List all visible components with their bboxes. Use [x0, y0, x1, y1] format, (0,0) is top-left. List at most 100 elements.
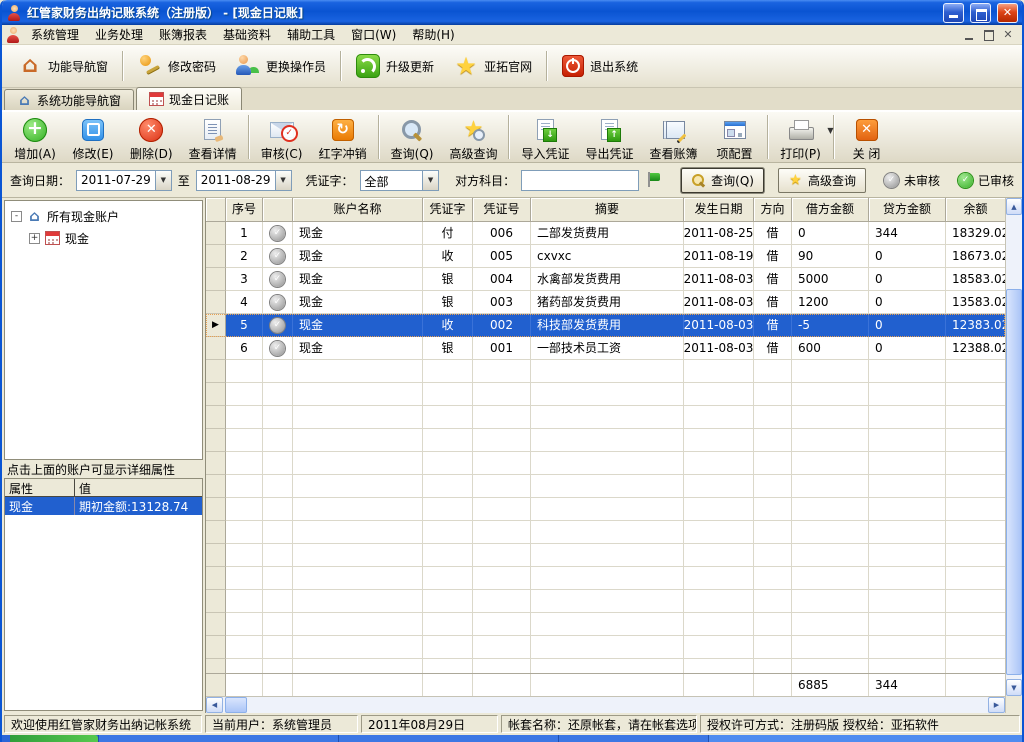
advanced-query-button[interactable]: 高级查询: [441, 114, 505, 164]
close-button[interactable]: ✕: [997, 3, 1018, 23]
close-tab-button[interactable]: 关 闭: [838, 114, 896, 164]
cell-credit: [869, 521, 946, 544]
nav-window-button[interactable]: 功能导航窗: [8, 50, 118, 82]
horizontal-scroll-thumb[interactable]: [225, 697, 247, 713]
switch-operator-button[interactable]: 更换操作员: [226, 50, 336, 82]
horizontal-scroll-track[interactable]: [247, 697, 988, 713]
minimize-button[interactable]: [943, 3, 964, 23]
taskbar-button[interactable]: [558, 735, 708, 742]
print-button[interactable]: 打印(P)▼: [772, 114, 830, 164]
scroll-left-icon[interactable]: ◀: [206, 697, 223, 713]
table-row[interactable]: 6现金银001一部技术员工资2011-08-03借600012388.02: [206, 337, 1005, 360]
menu-item[interactable]: 业务处理: [87, 24, 151, 45]
cell-summary: [531, 567, 684, 590]
cell-audit-status: [263, 291, 293, 314]
voucher-word-select[interactable]: 全部 ▼: [360, 170, 440, 191]
cell-voucher-word: [423, 360, 473, 383]
start-button-edge[interactable]: [10, 735, 98, 742]
mdi-restore-button[interactable]: [981, 28, 997, 42]
cell-seq: [226, 544, 263, 567]
official-site-button[interactable]: 亚拓官网: [444, 50, 542, 82]
toolbar-separator: [378, 115, 380, 159]
scroll-up-icon[interactable]: ▲: [1006, 198, 1022, 215]
horizontal-scrollbar[interactable]: ◀ ▶: [206, 696, 1005, 713]
tree-expander[interactable]: +: [29, 233, 40, 244]
scroll-down-icon[interactable]: ▼: [1006, 679, 1022, 696]
table-row[interactable]: 2现金收005cxvxc2011-08-19借90018673.02: [206, 245, 1005, 268]
cell-debit: [792, 383, 869, 406]
vertical-scroll-track[interactable]: [1006, 215, 1022, 679]
table-row[interactable]: ▶5现金收002科技部发货费用2011-08-03借-5012383.02: [206, 314, 1005, 337]
vertical-scroll-thumb[interactable]: [1006, 289, 1022, 675]
cell-voucher-no: [473, 360, 531, 383]
col-debit: 借方金额: [792, 198, 869, 222]
taskbar-button[interactable]: [708, 735, 1022, 742]
change-password-button[interactable]: 修改密码: [128, 50, 226, 82]
counterpart-subject-input[interactable]: [521, 170, 639, 191]
mdi-minimize-button[interactable]: [962, 28, 978, 42]
menu-item[interactable]: 窗口(W): [343, 24, 404, 45]
audited-label: 已审核: [978, 172, 1014, 189]
cell-voucher-no: 001: [473, 337, 531, 360]
exit-system-button[interactable]: 退出系统: [552, 51, 648, 81]
red-reversal-button[interactable]: 红字冲销: [311, 114, 375, 164]
toolbar-icon-slot: [332, 117, 354, 142]
cell-balance: [946, 567, 1005, 590]
restore-button[interactable]: [970, 3, 991, 23]
flag-icon[interactable]: [645, 171, 661, 189]
audit-button[interactable]: 审核(C): [253, 114, 311, 164]
taskbar-button[interactable]: [98, 735, 338, 742]
cell-row-indicator: [206, 429, 226, 452]
option-config-button[interactable]: 项配置: [706, 114, 764, 164]
query-button[interactable]: 查询(Q): [681, 168, 764, 193]
cell-debit: 1200: [792, 291, 869, 314]
taskbar-button[interactable]: [338, 735, 558, 742]
toolbar-button-label: 查询(Q): [391, 145, 434, 162]
delete-button[interactable]: 删除(D): [122, 114, 181, 164]
cell-debit: [792, 521, 869, 544]
chevron-down-icon[interactable]: ▼: [422, 171, 438, 190]
upgrade-button[interactable]: 升级更新: [346, 50, 444, 82]
property-grid: 属性 值 现金期初金额:13128.74: [4, 478, 203, 711]
tree-expander[interactable]: -: [11, 211, 22, 222]
query-button[interactable]: 查询(Q): [383, 114, 442, 164]
detail-icon: [204, 119, 221, 140]
menu-item[interactable]: 辅助工具: [279, 24, 343, 45]
add-button[interactable]: 增加(A): [6, 114, 64, 164]
date-from-select[interactable]: 2011-07-29 ▼: [76, 170, 172, 191]
menu-item[interactable]: 帮助(H): [404, 24, 462, 45]
view-detail-button[interactable]: 查看详情: [181, 114, 245, 164]
tree-item-label: 现金: [65, 230, 89, 247]
export-voucher-button[interactable]: 导出凭证: [577, 114, 641, 164]
view-books-button[interactable]: 查看账簿: [642, 114, 706, 164]
table-row[interactable]: 4现金银003猪药部发货费用2011-08-03借1200013583.02: [206, 291, 1005, 314]
mdi-close-button[interactable]: ✕: [1000, 28, 1016, 42]
tab-system-nav[interactable]: 系统功能导航窗: [4, 89, 134, 110]
tree-item[interactable]: -所有现金账户: [5, 205, 202, 227]
cell-debit: 5000: [792, 268, 869, 291]
chevron-down-icon[interactable]: ▼: [155, 171, 171, 190]
menu-item[interactable]: 基础资料: [215, 24, 279, 45]
table-row[interactable]: 3现金银004水禽部发货费用2011-08-03借5000018583.02: [206, 268, 1005, 291]
scroll-right-icon[interactable]: ▶: [988, 697, 1005, 713]
cell-summary: cxvxc: [531, 245, 684, 268]
tab-cash-journal[interactable]: 现金日记账: [136, 87, 242, 110]
cell-credit: [869, 590, 946, 613]
tree-item[interactable]: + 现金: [5, 227, 202, 249]
menu-item[interactable]: 账簿报表: [151, 24, 215, 45]
chevron-down-icon[interactable]: ▼: [827, 126, 833, 135]
toolbar-icon-slot: [139, 117, 163, 142]
edit-button[interactable]: 修改(E): [64, 114, 122, 164]
toolbar-button-label: 升级更新: [386, 58, 434, 75]
import-voucher-button[interactable]: 导入凭证: [513, 114, 577, 164]
empty-row: [206, 567, 1005, 590]
vertical-scrollbar[interactable]: ▲ ▼: [1006, 198, 1022, 696]
property-row[interactable]: 现金期初金额:13128.74: [5, 497, 202, 515]
chevron-down-icon[interactable]: ▼: [275, 171, 291, 190]
date-to-select[interactable]: 2011-08-29 ▼: [196, 170, 292, 191]
table-row[interactable]: 1现金付006二部发货费用2011-08-25借034418329.02: [206, 222, 1005, 245]
cell-audit-status: [263, 222, 293, 245]
advanced-query-button[interactable]: 高级查询: [778, 168, 866, 193]
cell-account-name: 现金: [293, 245, 423, 268]
menu-item[interactable]: 系统管理: [23, 24, 87, 45]
